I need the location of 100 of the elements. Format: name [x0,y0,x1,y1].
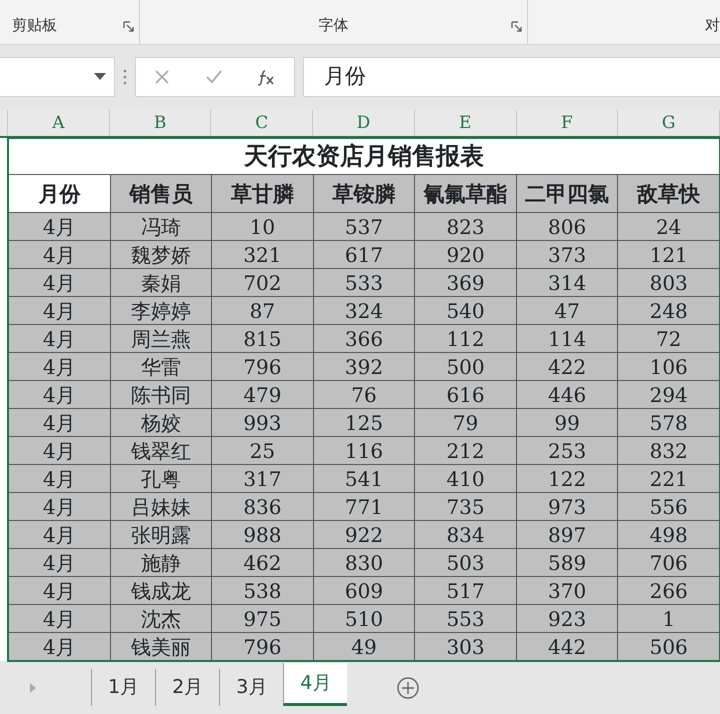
table-cell[interactable]: 221 [618,464,720,492]
table-cell[interactable]: 617 [313,240,415,268]
table-cell[interactable]: 4月 [8,268,110,296]
table-cell[interactable]: 923 [516,604,618,632]
table-cell[interactable]: 462 [212,548,314,576]
table-cell[interactable]: 4月 [8,212,110,240]
table-cell[interactable]: 314 [516,268,618,296]
table-cell[interactable]: 248 [618,296,720,324]
column-header[interactable]: A [8,110,110,136]
table-cell[interactable]: 973 [516,492,618,520]
table-cell[interactable]: 922 [313,520,415,548]
table-cell[interactable]: 836 [212,492,314,520]
table-cell[interactable]: 陈书同 [110,380,212,408]
table-cell[interactable]: 834 [414,520,516,548]
table-cell[interactable]: 706 [618,548,720,576]
table-cell[interactable]: 张明露 [110,520,212,548]
table-cell[interactable]: 24 [618,212,720,240]
table-cell[interactable]: 212 [414,436,516,464]
table-cell[interactable]: 49 [313,632,415,660]
table-cell[interactable]: 803 [618,268,720,296]
column-header[interactable]: E [414,110,517,136]
table-cell[interactable]: 87 [212,296,314,324]
table-cell[interactable]: 510 [313,604,415,632]
table-cell[interactable]: 4月 [8,380,110,408]
table-cell[interactable]: 317 [212,464,314,492]
table-cell[interactable]: 442 [516,632,618,660]
table-cell[interactable]: 4月 [8,548,110,576]
table-cell[interactable]: 4月 [8,604,110,632]
table-cell[interactable]: 479 [212,380,314,408]
table-cell[interactable]: 369 [414,268,516,296]
sheet-tab[interactable]: 4月 [283,663,348,706]
table-cell[interactable]: 553 [414,604,516,632]
table-cell[interactable]: 609 [313,576,415,604]
table-cell[interactable]: 25 [212,436,314,464]
table-cell[interactable]: 446 [516,380,618,408]
table-cell[interactable]: 830 [313,548,415,576]
table-cell[interactable]: 988 [212,520,314,548]
table-cell[interactable]: 993 [212,408,314,436]
table-cell[interactable]: 4月 [8,296,110,324]
table-cell[interactable]: 1 [618,604,720,632]
table-cell[interactable]: 10 [212,212,314,240]
table-cell[interactable]: 556 [618,492,720,520]
table-cell[interactable]: 4月 [8,632,110,660]
table-cell[interactable]: 4月 [8,520,110,548]
table-cell[interactable]: 897 [516,520,618,548]
table-cell[interactable]: 116 [313,436,415,464]
table-cell[interactable]: 796 [212,632,314,660]
table-cell[interactable]: 373 [516,240,618,268]
column-header[interactable]: F [516,110,618,136]
formula-input[interactable]: 月份 [303,56,720,96]
table-cell[interactable]: 500 [414,352,516,380]
header-cell[interactable]: 销售员 [110,174,212,212]
table-cell[interactable]: 702 [212,268,314,296]
table-cell[interactable]: 294 [618,380,720,408]
table-cell[interactable]: 76 [313,380,415,408]
table-cell[interactable]: 4月 [8,464,110,492]
table-cell[interactable]: 253 [516,436,618,464]
table-cell[interactable]: 125 [313,408,415,436]
table-cell[interactable]: 506 [618,632,720,660]
sheet-tab[interactable]: 2月 [155,669,220,706]
header-cell[interactable]: 敌草快 [618,174,720,212]
column-header[interactable]: B [110,110,212,136]
header-cell[interactable]: 二甲四氯 [516,174,618,212]
table-cell[interactable]: 540 [414,296,516,324]
header-cell[interactable]: 草甘膦 [212,174,314,212]
table-cell[interactable]: 112 [414,324,516,352]
table-cell[interactable]: 冯琦 [110,212,212,240]
table-cell[interactable]: 832 [618,436,720,464]
table-cell[interactable]: 616 [414,380,516,408]
table-cell[interactable]: 410 [414,464,516,492]
sheet-tab[interactable]: 1月 [91,669,156,706]
table-cell[interactable]: 施静 [110,548,212,576]
table-cell[interactable]: 266 [618,576,720,604]
table-cell[interactable]: 114 [516,324,618,352]
table-cell[interactable]: 303 [414,632,516,660]
table-cell[interactable]: 422 [516,352,618,380]
table-cell[interactable]: 106 [618,352,720,380]
table-cell[interactable]: 975 [212,604,314,632]
table-cell[interactable]: 沈杰 [110,604,212,632]
table-cell[interactable]: 吕妹妹 [110,492,212,520]
table-cell[interactable]: 578 [618,408,720,436]
table-cell[interactable]: 孔粤 [110,464,212,492]
table-cell[interactable]: 李婷婷 [110,296,212,324]
header-cell[interactable]: 草铵膦 [313,174,415,212]
table-cell[interactable]: 538 [212,576,314,604]
table-cell[interactable]: 钱成龙 [110,576,212,604]
table-cell[interactable]: 735 [414,492,516,520]
table-cell[interactable]: 4月 [8,576,110,604]
table-cell[interactable]: 321 [212,240,314,268]
header-cell[interactable]: 月份 [8,174,110,212]
table-cell[interactable]: 392 [313,352,415,380]
table-cell[interactable]: 498 [618,520,720,548]
table-cell[interactable]: 4月 [8,436,110,464]
table-cell[interactable]: 533 [313,268,415,296]
table-cell[interactable]: 秦娟 [110,268,212,296]
table-cell[interactable]: 796 [212,352,314,380]
table-cell[interactable]: 920 [414,240,516,268]
table-cell[interactable]: 周兰燕 [110,324,212,352]
table-cell[interactable]: 122 [516,464,618,492]
table-cell[interactable]: 806 [516,212,618,240]
